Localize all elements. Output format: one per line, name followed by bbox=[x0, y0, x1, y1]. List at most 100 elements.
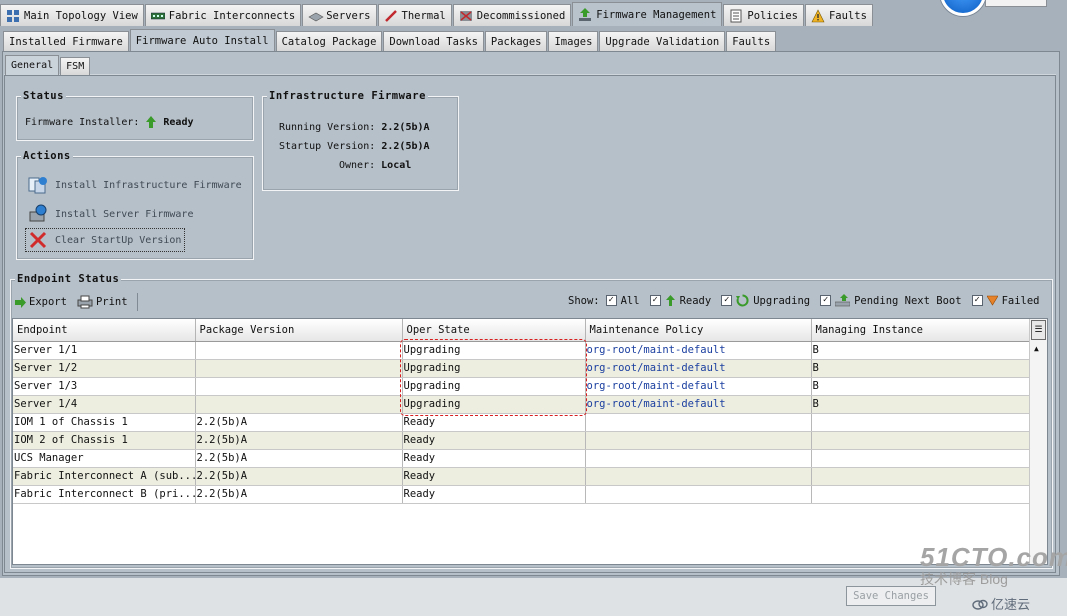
filter-pending-next-boot[interactable]: ✓ Pending Next Boot bbox=[820, 294, 962, 307]
filter-label: Upgrading bbox=[753, 294, 811, 307]
tab-servers[interactable]: Servers bbox=[302, 4, 377, 26]
maintenance-policy-cell bbox=[585, 413, 812, 432]
table-row[interactable]: Server 1/1 Upgrading org-root/maint-defa… bbox=[13, 341, 1031, 360]
tab-label: Firmware Management bbox=[596, 8, 717, 21]
filter-pending-checkbox[interactable]: ✓ bbox=[820, 295, 832, 306]
startup-version-row: Startup Version: 2.2(5b)A bbox=[279, 141, 430, 152]
tab-label: Packages bbox=[490, 35, 542, 48]
column-header-package-version[interactable]: Package Version bbox=[195, 319, 403, 342]
tab-main-topology-view[interactable]: Main Topology View bbox=[0, 4, 144, 26]
install-infra-icon bbox=[27, 175, 49, 195]
table-row[interactable]: IOM 2 of Chassis 1 2.2(5b)A Ready bbox=[13, 431, 1031, 450]
oper-state-cell: Ready bbox=[402, 449, 586, 468]
tab-label: Images bbox=[554, 35, 593, 48]
servers-icon bbox=[308, 9, 324, 23]
column-header-oper-state[interactable]: Oper State bbox=[402, 319, 586, 342]
tab-firmware-auto-install[interactable]: Firmware Auto Install bbox=[129, 29, 275, 51]
maintenance-policy-cell[interactable]: org-root/maint-default bbox=[585, 377, 812, 396]
filter-label: Ready bbox=[679, 294, 712, 307]
install-server-firmware-link[interactable]: Install Server Firmware bbox=[27, 204, 193, 224]
watermark-yisu: 亿速云 bbox=[972, 594, 1030, 613]
oper-state-cell: Upgrading bbox=[402, 341, 586, 360]
filter-ready-checkbox[interactable]: ✓ bbox=[649, 295, 661, 306]
header-bar bbox=[985, 0, 1047, 7]
column-header-managing-instance[interactable]: Managing Instance bbox=[811, 319, 1031, 342]
tab-download-tasks[interactable]: Download Tasks bbox=[383, 31, 484, 51]
filter-failed-checkbox[interactable]: ✓ bbox=[971, 295, 983, 306]
ready-arrow-icon bbox=[665, 295, 676, 306]
infrastructure-firmware-group: Infrastructure Firmware Running Version:… bbox=[262, 90, 459, 191]
filter-label: All bbox=[620, 294, 640, 307]
column-header-endpoint[interactable]: Endpoint bbox=[13, 319, 196, 342]
inner-tab-bar: General FSM bbox=[5, 55, 91, 75]
tab-decommissioned[interactable]: Decommissioned bbox=[452, 4, 572, 26]
cisco-logo-icon bbox=[940, 0, 986, 16]
tab-installed-firmware[interactable]: Installed Firmware bbox=[3, 31, 129, 51]
startup-version-value: 2.2(5b)A bbox=[381, 141, 430, 152]
table-row[interactable]: IOM 1 of Chassis 1 2.2(5b)A Ready bbox=[13, 413, 1031, 432]
tab-fsm[interactable]: FSM bbox=[60, 57, 91, 75]
action-label: Install Server Firmware bbox=[55, 208, 194, 220]
policies-icon bbox=[729, 9, 743, 23]
table-row[interactable]: Fabric Interconnect B (pri... 2.2(5b)A R… bbox=[13, 485, 1031, 504]
tab-firmware-management[interactable]: Firmware Management bbox=[572, 2, 723, 26]
clear-x-icon bbox=[27, 230, 49, 250]
export-arrow-icon bbox=[15, 296, 26, 308]
maintenance-policy-cell[interactable]: org-root/maint-default bbox=[585, 359, 812, 378]
install-infrastructure-firmware-link[interactable]: Install Infrastructure Firmware bbox=[27, 175, 242, 195]
maintenance-policy-cell[interactable]: org-root/maint-default bbox=[585, 341, 812, 360]
running-version-row: Running Version: 2.2(5b)A bbox=[279, 122, 430, 133]
filter-upgrading[interactable]: ✓ Upgrading bbox=[721, 294, 810, 307]
table-row[interactable]: Server 1/2 Upgrading org-root/maint-defa… bbox=[13, 359, 1031, 378]
filter-all-checkbox[interactable]: ✓ bbox=[605, 295, 617, 306]
scroll-up-icon[interactable]: ▲ bbox=[1034, 344, 1039, 353]
tab-images[interactable]: Images bbox=[548, 31, 599, 51]
actions-title: Actions bbox=[21, 150, 73, 162]
oper-state-cell: Upgrading bbox=[402, 377, 586, 396]
tab-packages[interactable]: Packages bbox=[484, 31, 548, 51]
table-row[interactable]: Server 1/3 Upgrading org-root/maint-defa… bbox=[13, 377, 1031, 396]
export-label: Export bbox=[29, 296, 67, 308]
print-button[interactable]: Print bbox=[74, 294, 131, 310]
column-header-maintenance-policy[interactable]: Maintenance Policy bbox=[585, 319, 812, 342]
oper-state-cell: Ready bbox=[402, 431, 586, 450]
filter-upgrading-checkbox[interactable]: ✓ bbox=[721, 295, 733, 306]
save-changes-button[interactable]: Save Changes bbox=[846, 586, 936, 606]
status-title: Status bbox=[21, 90, 66, 102]
watermark-51cto: 51CTO.com 技术博客 Blog bbox=[920, 542, 1067, 589]
filter-failed[interactable]: ✓ Failed bbox=[971, 295, 1040, 307]
maintenance-policy-cell[interactable]: org-root/maint-default bbox=[585, 395, 812, 414]
table-row[interactable]: Server 1/4 Upgrading org-root/maint-defa… bbox=[13, 395, 1031, 414]
endpoint-cell: Server 1/3 bbox=[13, 377, 196, 396]
tab-thermal[interactable]: Thermal bbox=[377, 4, 452, 26]
running-version-value: 2.2(5b)A bbox=[381, 122, 430, 133]
column-chooser-icon[interactable]: ☰ bbox=[1031, 320, 1046, 340]
tab-policies[interactable]: Policies bbox=[723, 4, 804, 26]
tab-label: Faults bbox=[732, 35, 771, 48]
printer-icon bbox=[77, 295, 93, 309]
tab-fabric-interconnects[interactable]: Fabric Interconnects bbox=[144, 4, 302, 26]
export-button[interactable]: Export bbox=[12, 295, 70, 309]
infrastructure-firmware-title: Infrastructure Firmware bbox=[267, 90, 428, 102]
filter-all[interactable]: ✓ All bbox=[605, 294, 640, 307]
tab-label: Policies bbox=[747, 9, 798, 22]
tab-subtab-faults[interactable]: Faults bbox=[726, 31, 777, 51]
tab-label: Faults bbox=[828, 9, 867, 22]
package-version-cell bbox=[195, 341, 403, 360]
tab-label: Thermal bbox=[401, 9, 446, 22]
refresh-icon bbox=[736, 294, 749, 307]
maintenance-policy-cell bbox=[585, 449, 812, 468]
filter-ready[interactable]: ✓ Ready bbox=[649, 294, 712, 307]
table-scrollbar[interactable]: ☰ ▲ bbox=[1029, 319, 1047, 564]
tab-general[interactable]: General bbox=[5, 55, 60, 75]
clear-startup-version-link[interactable]: Clear StartUp Version bbox=[24, 228, 186, 252]
faults-icon bbox=[811, 8, 825, 23]
tab-faults[interactable]: Faults bbox=[804, 4, 873, 26]
print-label: Print bbox=[95, 296, 128, 308]
tab-catalog-package[interactable]: Catalog Package bbox=[275, 31, 383, 51]
table-row[interactable]: Fabric Interconnect A (sub... 2.2(5b)A R… bbox=[13, 467, 1031, 486]
table-row[interactable]: UCS Manager 2.2(5b)A Ready bbox=[13, 449, 1031, 468]
tab-upgrade-validation[interactable]: Upgrade Validation bbox=[599, 31, 726, 51]
status-group: Status Firmware Installer: Ready bbox=[16, 90, 254, 141]
managing-instance-cell bbox=[811, 449, 1031, 468]
